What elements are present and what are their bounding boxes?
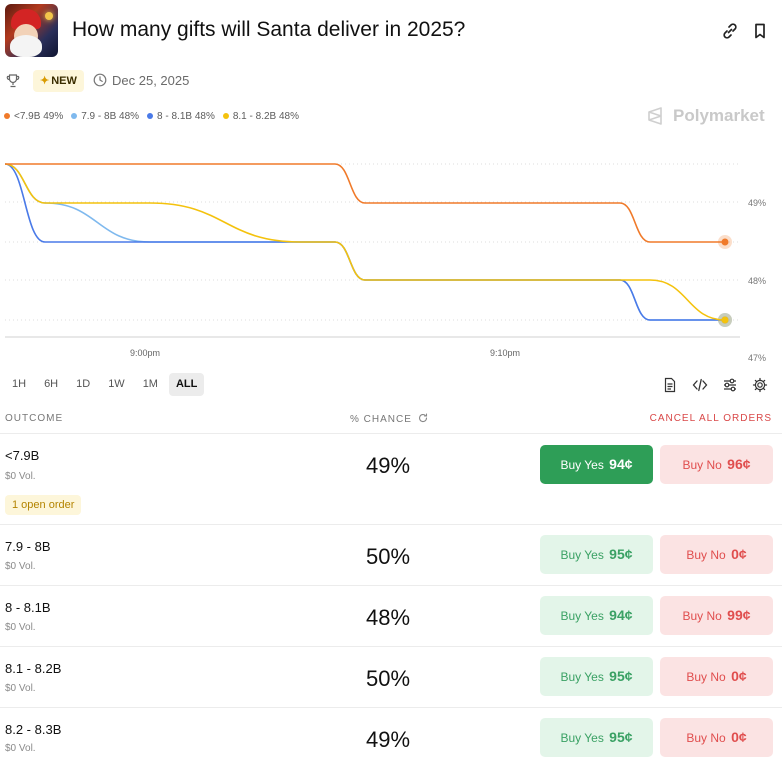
polymarket-watermark: Polymarket [646, 105, 765, 127]
legend-item: <7.9B 49% [4, 108, 63, 124]
series-endpoint [721, 316, 729, 324]
legend-item: 8 - 8.1B 48% [147, 108, 215, 124]
range-button-all[interactable]: ALL [168, 373, 205, 396]
outcome-name: 8 - 8.1B [5, 600, 51, 615]
outcome-name: 8.1 - 8.2B [5, 661, 62, 676]
buy-yes-button[interactable]: Buy Yes 95¢ [540, 535, 653, 574]
buy-yes-button[interactable]: Buy Yes 95¢ [540, 718, 653, 757]
market-meta: ✦ NEW Dec 25, 2025 [5, 70, 405, 92]
new-badge: ✦ NEW [33, 70, 84, 92]
x-tick-label: 9:00pm [130, 348, 160, 358]
outcome-name: 7.9 - 8B [5, 539, 51, 554]
range-button-1h[interactable]: 1H [5, 373, 33, 396]
outcome-row[interactable]: 8.2 - 8.3B $0 Vol. 49% Buy Yes 95¢ Buy N… [0, 707, 782, 763]
chance-header[interactable]: % CHANCE [350, 413, 428, 425]
outcome-chance: 49% [366, 727, 411, 752]
market-header: How many gifts will Santa deliver in 202… [5, 4, 777, 60]
buy-yes-button[interactable]: Buy Yes 94¢ [540, 445, 653, 484]
buy-no-button[interactable]: Buy No 0¢ [660, 718, 773, 757]
price-chart[interactable]: 49% 48% 47% 9:00pm 9:10pm [0, 140, 782, 370]
range-button-6h[interactable]: 6H [37, 373, 65, 396]
chart-legend: <7.9B 49% 7.9 - 8B 48% 8 - 8.1B 48% 8.1 … [4, 108, 299, 124]
x-tick-label: 9:10pm [490, 348, 520, 358]
legend-item: 8.1 - 8.2B 48% [222, 108, 299, 124]
buy-yes-button[interactable]: Buy Yes 94¢ [540, 596, 653, 635]
outcome-name: <7.9B [5, 448, 40, 463]
outcome-row[interactable]: 8.1 - 8.2B $0 Vol. 50% Buy Yes 95¢ Buy N… [0, 646, 782, 707]
y-tick-label: 48% [748, 276, 766, 286]
outcomes-table-header: OUTCOME % CHANCE CANCEL ALL ORDERS [0, 410, 782, 430]
buy-no-button[interactable]: Buy No 0¢ [660, 535, 773, 574]
open-order-badge[interactable]: 1 open order [5, 495, 82, 515]
refresh-icon[interactable] [418, 413, 428, 423]
cancel-all-orders-link[interactable]: CANCEL ALL ORDERS [650, 413, 772, 424]
polymarket-logo-icon [648, 107, 662, 125]
time-range-selector: 1H 6H 1D 1W 1M ALL [5, 373, 205, 396]
outcome-chance: 50% [366, 666, 411, 691]
market-title: How many gifts will Santa deliver in 202… [72, 18, 466, 41]
clock-icon [93, 73, 107, 87]
outcome-row[interactable]: <7.9B $0 Vol. 1 open order 49% Buy Yes 9… [0, 433, 782, 524]
outcome-volume: $0 Vol. [5, 622, 36, 633]
buy-no-button[interactable]: Buy No 0¢ [660, 657, 773, 696]
series-endpoint [721, 238, 729, 246]
outcome-volume: $0 Vol. [5, 561, 36, 572]
outcome-row[interactable]: 8 - 8.1B $0 Vol. 48% Buy Yes 94¢ Buy No … [0, 585, 782, 646]
outcome-chance: 48% [366, 605, 411, 630]
y-tick-label: 47% [748, 353, 766, 363]
market-date: Dec 25, 2025 [93, 72, 189, 90]
trophy-icon [6, 74, 20, 88]
legend-item: 7.9 - 8B 48% [71, 108, 139, 124]
buy-no-button[interactable]: Buy No 96¢ [660, 445, 773, 484]
outcome-row[interactable]: 7.9 - 8B $0 Vol. 50% Buy Yes 95¢ Buy No … [0, 524, 782, 585]
outcome-chance: 50% [366, 544, 411, 569]
outcome-volume: $0 Vol. [5, 471, 36, 482]
sliders-icon[interactable] [722, 377, 738, 393]
range-button-1w[interactable]: 1W [101, 373, 132, 396]
outcome-header: OUTCOME [5, 413, 64, 424]
santa-thumbnail [5, 4, 58, 57]
y-tick-label: 49% [748, 198, 766, 208]
range-button-1m[interactable]: 1M [136, 373, 165, 396]
gear-icon[interactable] [752, 377, 768, 393]
code-icon[interactable] [692, 377, 708, 393]
bookmark-icon[interactable] [750, 21, 770, 41]
outcome-volume: $0 Vol. [5, 683, 36, 694]
outcome-chance: 49% [366, 453, 411, 478]
buy-yes-button[interactable]: Buy Yes 95¢ [540, 657, 653, 696]
link-icon[interactable] [720, 21, 740, 41]
outcome-name: 8.2 - 8.3B [5, 722, 62, 737]
buy-no-button[interactable]: Buy No 99¢ [660, 596, 773, 635]
range-button-1d[interactable]: 1D [69, 373, 97, 396]
outcome-volume: $0 Vol. [5, 743, 36, 754]
document-icon[interactable] [662, 377, 678, 393]
